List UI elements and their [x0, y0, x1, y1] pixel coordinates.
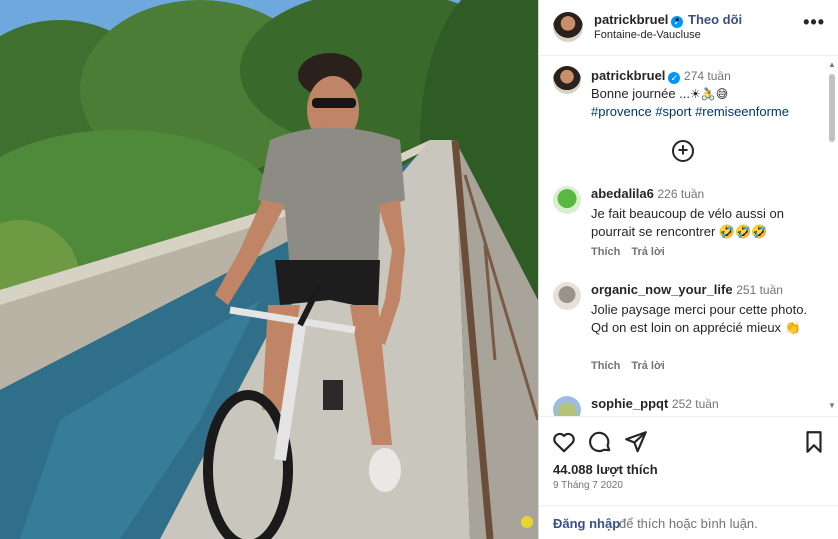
comment-like-link[interactable]: Thích	[591, 360, 620, 372]
comment-bubble-icon[interactable]	[587, 429, 613, 455]
comment-reply-link[interactable]: Trả lời	[631, 360, 665, 372]
verified-icon: ✓	[668, 72, 681, 84]
comment-avatar[interactable]	[553, 186, 581, 214]
scrollbar-thumb[interactable]	[829, 74, 835, 142]
scroll-up-arrow-icon[interactable]: ▲	[828, 60, 836, 69]
post-side-panel: patrickbruel ✓ • Theo dõi Fontaine-de-Vau…	[538, 0, 838, 539]
comment-username[interactable]: organic_now_your_life	[591, 282, 733, 297]
author-username-text[interactable]: patrickbruel	[594, 12, 668, 27]
separator-dot: •	[675, 12, 680, 27]
comment-item: abedalila6 226 tuần Je fait beaucoup de …	[553, 186, 823, 266]
comment-time: 251 tuần	[736, 283, 783, 297]
caption-hashtags[interactable]: #provence #sport #remiseenforme	[591, 104, 789, 119]
post-header: patrickbruel ✓ • Theo dõi Fontaine-de-Vau…	[539, 0, 838, 56]
caption-text: Bonne journée ...	[591, 86, 691, 101]
share-paper-plane-icon[interactable]	[623, 429, 649, 455]
comment-avatar[interactable]	[553, 396, 581, 416]
author-username[interactable]: patrickbruel ✓	[594, 12, 684, 28]
post-photo[interactable]	[0, 0, 538, 539]
comments-scroll-area[interactable]: patrickbruel ✓ 274 tuần Bonne journée ...…	[539, 56, 838, 416]
comment-reply-link[interactable]: Trả lời	[631, 246, 665, 258]
like-heart-icon[interactable]	[551, 429, 577, 455]
scroll-down-arrow-icon[interactable]: ▼	[828, 401, 836, 410]
like-count[interactable]: 44.088 lượt thích	[553, 462, 658, 477]
comment-like-link[interactable]: Thích	[591, 246, 620, 258]
comment-username[interactable]: abedalila6	[591, 186, 654, 201]
comments-scrollbar[interactable]: ▲ ▼	[828, 60, 836, 410]
photo-illustration	[0, 0, 538, 539]
caption-emojis: ☀🚴😅	[690, 87, 729, 101]
caption-time: 274 tuần	[684, 69, 731, 83]
comment-time: 226 tuần	[657, 187, 705, 201]
comment-time: 252 tuần	[671, 397, 719, 411]
comment-item: organic_now_your_life 251 tuần Jolie pay…	[553, 282, 823, 378]
save-bookmark-icon[interactable]	[801, 429, 827, 455]
comment-header: abedalila6 226 tuần	[591, 186, 704, 201]
comment-actions: Thích Trả lời	[591, 360, 676, 372]
location-link[interactable]: Fontaine-de-Vaucluse	[594, 29, 701, 41]
load-more-comments-icon[interactable]: +	[672, 140, 694, 162]
comment-text: Je fait beaucoup de vélo aussi on pourra…	[591, 206, 784, 239]
author-avatar[interactable]	[553, 12, 583, 42]
caption-username[interactable]: patrickbruel	[591, 68, 665, 83]
caption-text-line: Bonne journée ...☀🚴😅	[591, 86, 728, 101]
caption-avatar[interactable]	[553, 66, 581, 94]
comment-username[interactable]: sophie_ppqt	[591, 396, 668, 411]
caption-header: patrickbruel ✓ 274 tuần	[591, 68, 731, 84]
login-prompt-text: để thích hoặc bình luận.	[619, 516, 758, 531]
comment-header: sophie_ppqt 252 tuần	[591, 396, 719, 411]
more-options-icon[interactable]: •••	[803, 12, 825, 33]
post-actions: 44.088 lượt thích 9 Tháng 7 2020 Đăng nh…	[539, 416, 838, 539]
comment-header: organic_now_your_life 251 tuần	[591, 282, 783, 297]
follow-button[interactable]: Theo dõi	[688, 12, 742, 27]
comment-actions: Thích Trả lời	[591, 246, 676, 258]
comment-avatar[interactable]	[553, 282, 581, 310]
login-prompt: Đăng nhập để thích hoặc bình luận.	[539, 505, 838, 539]
login-link[interactable]: Đăng nhập	[553, 516, 620, 531]
comment-text: Jolie paysage merci pour cette photo. Qd…	[591, 302, 808, 335]
comment-item: sophie_ppqt 252 tuần	[553, 396, 823, 416]
post-date: 9 Tháng 7 2020	[553, 480, 623, 491]
